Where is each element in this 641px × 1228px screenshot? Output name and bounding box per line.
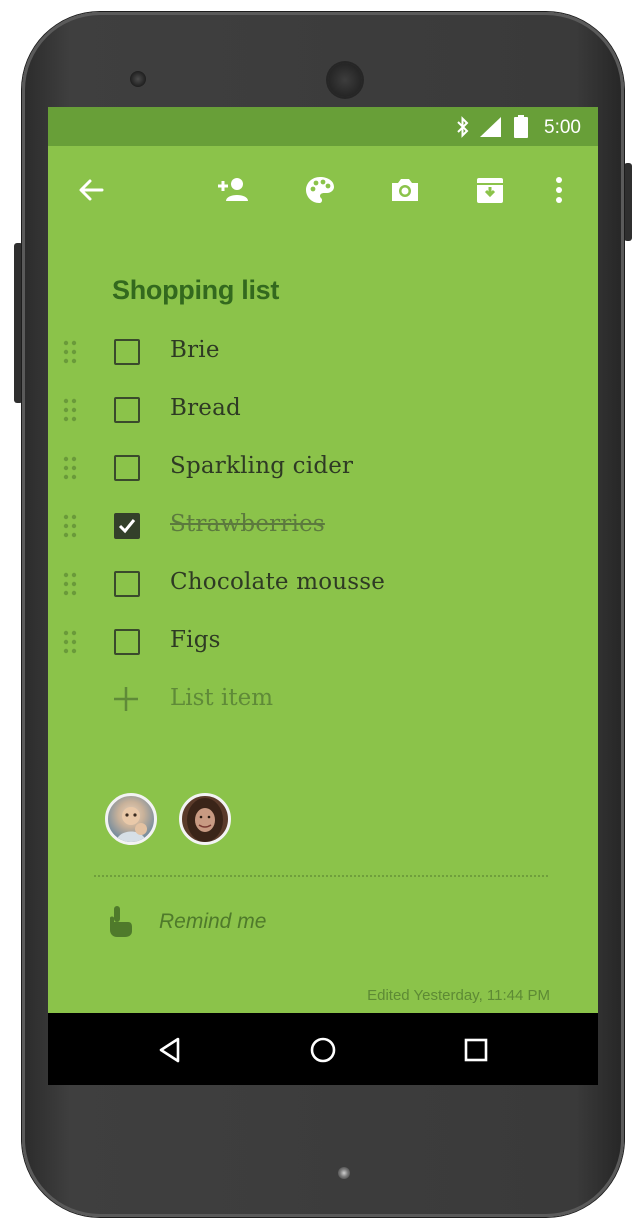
- navigation-bar: [48, 1013, 598, 1085]
- add-item-placeholder[interactable]: List item: [170, 685, 273, 711]
- note-title[interactable]: Shopping list: [112, 275, 279, 306]
- signal-icon: [480, 117, 502, 142]
- divider: [94, 875, 548, 877]
- item-checkbox[interactable]: [114, 629, 140, 655]
- check-icon: [118, 519, 136, 534]
- add-collaborator-icon[interactable]: [216, 173, 250, 207]
- palette-icon[interactable]: [303, 173, 337, 207]
- drag-handle-icon[interactable]: [62, 455, 78, 481]
- avatar[interactable]: [179, 793, 231, 845]
- front-camera: [130, 71, 146, 87]
- list-item[interactable]: Sparkling cider: [48, 443, 598, 493]
- earpiece-speaker: [328, 63, 362, 97]
- list-item[interactable]: Bread: [48, 385, 598, 435]
- list-item[interactable]: Chocolate mousse: [48, 559, 598, 609]
- item-checkbox[interactable]: [114, 455, 140, 481]
- drag-handle-icon[interactable]: [62, 571, 78, 597]
- avatar-child-image: [116, 807, 147, 842]
- reminder-hand-icon[interactable]: [106, 904, 134, 938]
- avatar-woman-image: [187, 798, 223, 842]
- item-label[interactable]: Sparkling cider: [170, 453, 353, 479]
- nav-back-icon[interactable]: [155, 1035, 185, 1065]
- status-time: 5:00: [544, 117, 581, 138]
- drag-handle-icon[interactable]: [62, 513, 78, 539]
- camera-icon[interactable]: [388, 173, 422, 207]
- power-button: [624, 163, 632, 241]
- avatar[interactable]: [105, 793, 157, 845]
- archive-icon[interactable]: [473, 173, 507, 207]
- screen: 5:00 Shopping list Brie Bread Sparkling …: [48, 107, 598, 1085]
- plus-icon[interactable]: [112, 685, 140, 713]
- drag-handle-icon[interactable]: [62, 629, 78, 655]
- list-item[interactable]: Strawberries: [48, 501, 598, 551]
- remind-me-button[interactable]: Remind me: [159, 910, 266, 934]
- item-checkbox-checked[interactable]: [114, 513, 140, 539]
- item-label[interactable]: Bread: [170, 395, 241, 421]
- item-checkbox[interactable]: [114, 397, 140, 423]
- item-label[interactable]: Brie: [170, 337, 220, 363]
- item-label[interactable]: Strawberries: [170, 511, 325, 537]
- item-label[interactable]: Chocolate mousse: [170, 569, 385, 595]
- drag-handle-icon[interactable]: [62, 397, 78, 423]
- nav-recents-icon[interactable]: [461, 1035, 491, 1065]
- list-item[interactable]: Brie: [48, 327, 598, 377]
- back-arrow-icon[interactable]: [74, 173, 108, 207]
- more-vert-icon[interactable]: [542, 173, 576, 207]
- edited-timestamp: Edited Yesterday, 11:44 PM: [367, 987, 550, 1004]
- battery-icon: [514, 115, 528, 143]
- drag-handle-icon[interactable]: [62, 339, 78, 365]
- item-checkbox[interactable]: [114, 571, 140, 597]
- bluetooth-icon: [456, 116, 470, 143]
- item-label[interactable]: Figs: [170, 627, 221, 653]
- add-list-item[interactable]: List item: [48, 675, 598, 725]
- list-item[interactable]: Figs: [48, 617, 598, 667]
- notification-led: [338, 1167, 350, 1179]
- nav-home-icon[interactable]: [308, 1035, 338, 1065]
- item-checkbox[interactable]: [114, 339, 140, 365]
- status-bar: 5:00: [48, 107, 598, 146]
